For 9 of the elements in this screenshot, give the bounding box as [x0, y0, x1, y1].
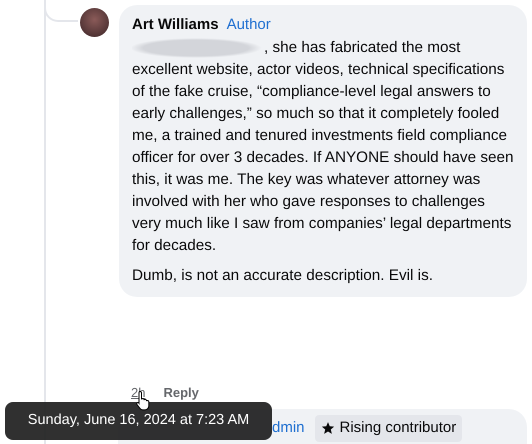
- avatar[interactable]: [80, 8, 109, 37]
- comment-text: Dumb, is not an accurate description. Evil is.: [132, 266, 434, 286]
- star-icon: [320, 421, 335, 436]
- reply-link[interactable]: Reply: [163, 383, 199, 402]
- role-label: dmin: [272, 418, 305, 438]
- author-label: Author: [226, 16, 271, 33]
- author-name[interactable]: Art Williams: [132, 16, 219, 33]
- badge-label: Rising contributor: [340, 418, 456, 438]
- tooltip: Sunday, June 16, 2024 at 7:23 AM: [5, 402, 272, 440]
